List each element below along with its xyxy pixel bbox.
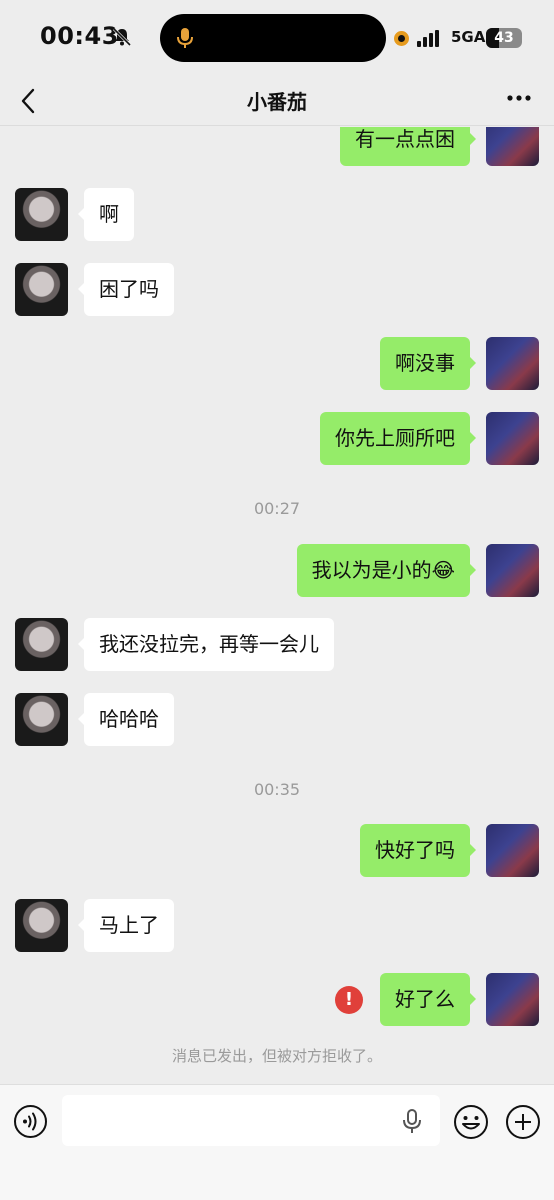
send-failed-icon[interactable]: ! (335, 986, 363, 1014)
dynamic-island (160, 14, 386, 62)
message-bubble[interactable]: 好了么 (380, 973, 476, 1026)
message-row-incoming: 哈哈哈 (0, 693, 554, 749)
status-bar: 00:43 5GA 43 (0, 0, 554, 76)
message-row-outgoing: ! 好了么 (0, 973, 554, 1029)
message-bubble[interactable]: 你先上厕所吧 (320, 412, 476, 465)
microphone-icon (177, 28, 193, 48)
message-row-outgoing: 我以为是小的😂 (0, 544, 554, 600)
microphone-icon[interactable] (402, 1109, 422, 1135)
message-bubble[interactable]: 哈哈哈 (78, 693, 174, 746)
message-bubble[interactable]: 啊 (78, 188, 134, 241)
chat-timestamp: 00:27 (253, 499, 301, 518)
avatar-contact[interactable] (15, 263, 68, 316)
message-bubble[interactable]: 快好了吗 (360, 824, 476, 877)
signal-icon (417, 30, 439, 47)
message-row-incoming: 马上了 (0, 899, 554, 955)
message-bubble[interactable]: 我以为是小的😂 (296, 544, 477, 597)
status-time: 00:43 (40, 22, 119, 50)
more-dots-icon[interactable] (506, 94, 532, 102)
message-bubble[interactable]: 啊没事 (380, 337, 476, 390)
message-row-incoming: 我还没拉完，再等一会儿 (0, 618, 554, 674)
message-row-outgoing: 啊没事 (0, 337, 554, 393)
avatar-contact[interactable] (15, 618, 68, 671)
record-indicator-icon (394, 31, 409, 46)
rejected-notice: 消息已发出，但被对方拒收了。 (171, 1047, 382, 1065)
message-bubble[interactable]: 我还没拉完，再等一会儿 (78, 618, 334, 671)
emoji-icon[interactable] (453, 1104, 489, 1140)
message-row-outgoing: 有一点点困 (0, 127, 554, 169)
avatar-self[interactable] (486, 412, 539, 465)
input-bar (0, 1084, 554, 1200)
network-label: 5GA (451, 28, 486, 46)
message-row-outgoing: 快好了吗 (0, 824, 554, 880)
chat-title: 小番茄 (247, 90, 307, 114)
avatar-contact[interactable] (15, 188, 68, 241)
avatar-self[interactable] (486, 337, 539, 390)
avatar-contact[interactable] (15, 693, 68, 746)
avatar-self[interactable] (486, 824, 539, 877)
avatar-self[interactable] (486, 544, 539, 597)
voice-icon[interactable] (13, 1104, 48, 1139)
avatar-self[interactable] (486, 973, 539, 1026)
chat-history[interactable]: 有一点点困 啊 困了吗 啊没事 你先上厕所吧 00:27 我以为是小的😂 我还没… (0, 127, 554, 1084)
nav-bar: 小番茄 (0, 76, 554, 126)
message-row-outgoing: 你先上厕所吧 (0, 412, 554, 468)
avatar-contact[interactable] (15, 899, 68, 952)
message-input[interactable] (62, 1095, 440, 1146)
message-row-incoming: 困了吗 (0, 263, 554, 319)
avatar-self[interactable] (486, 127, 539, 166)
message-bubble[interactable]: 困了吗 (78, 263, 174, 316)
battery-level: 43 (494, 30, 514, 46)
message-bubble[interactable]: 马上了 (78, 899, 174, 952)
bell-muted-icon (112, 27, 132, 47)
battery-icon: 43 (486, 28, 522, 48)
message-row-incoming: 啊 (0, 188, 554, 244)
message-bubble[interactable]: 有一点点困 (340, 127, 476, 166)
plus-icon[interactable] (505, 1104, 541, 1140)
chat-timestamp: 00:35 (253, 780, 301, 799)
